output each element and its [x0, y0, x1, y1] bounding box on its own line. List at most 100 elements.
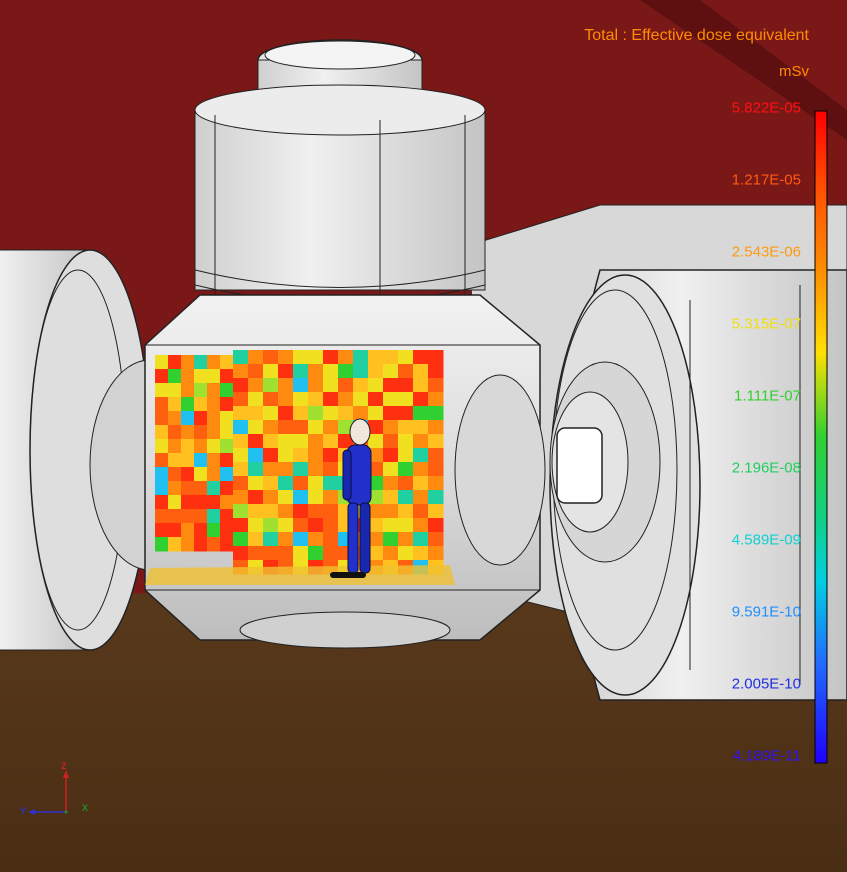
dose-cell: [248, 448, 264, 463]
dose-cell: [308, 462, 324, 477]
dose-cell: [383, 434, 399, 449]
dose-cell: [181, 425, 195, 440]
dose-cell: [323, 532, 339, 547]
dose-cell: [308, 364, 324, 379]
dose-cell: [353, 378, 369, 393]
dose-cell: [398, 392, 414, 407]
dose-cell: [368, 406, 384, 421]
dose-cell: [168, 453, 182, 468]
scene-canvas[interactable]: [0, 0, 847, 872]
dose-cell: [207, 383, 221, 398]
dose-cell: [293, 476, 309, 491]
dose-cell: [248, 392, 264, 407]
dose-cell: [308, 392, 324, 407]
dose-cell: [194, 495, 208, 510]
dose-cell: [383, 448, 399, 463]
dose-cell: [181, 481, 195, 496]
dose-cell: [155, 369, 169, 384]
dose-cell: [308, 546, 324, 561]
dose-cell: [263, 462, 279, 477]
dose-cell: [413, 420, 429, 435]
dose-cell: [383, 518, 399, 533]
dose-cell: [428, 476, 444, 491]
dose-cell: [194, 397, 208, 412]
dose-cell: [194, 411, 208, 426]
dose-cell: [308, 434, 324, 449]
dose-cell: [181, 369, 195, 384]
dose-cell: [308, 448, 324, 463]
dose-cell: [308, 420, 324, 435]
front-right-module[interactable]: [549, 269, 847, 701]
dose-cell: [155, 481, 169, 496]
dose-cell: [248, 504, 264, 519]
dose-cell: [248, 546, 264, 561]
dose-cell: [278, 532, 294, 547]
dose-cell: [413, 406, 429, 421]
dose-cell: [428, 364, 444, 379]
dose-cell: [207, 397, 221, 412]
dose-cell: [168, 537, 182, 552]
dose-cell: [220, 369, 234, 384]
dose-cell: [233, 350, 249, 365]
dose-cell: [233, 392, 249, 407]
dose-cell: [323, 378, 339, 393]
dose-cell: [248, 476, 264, 491]
dose-cell: [155, 397, 169, 412]
dose-cell: [168, 481, 182, 496]
dose-cell: [293, 490, 309, 505]
dose-cell: [338, 350, 354, 365]
dose-cell: [207, 439, 221, 454]
3d-viewport[interactable]: Total : Effective dose equivalent mSv 5.…: [0, 0, 847, 872]
dose-cell: [155, 383, 169, 398]
dose-cell: [181, 495, 195, 510]
dose-cell: [383, 476, 399, 491]
dose-cell: [220, 509, 234, 524]
dose-cell: [398, 364, 414, 379]
dose-cell: [293, 462, 309, 477]
dose-cell: [181, 439, 195, 454]
legend-colorbar: [814, 110, 828, 764]
dose-cell: [233, 532, 249, 547]
dose-cell: [194, 453, 208, 468]
dose-cell: [428, 504, 444, 519]
dose-cell: [168, 439, 182, 454]
legend-label: 2.543E-06: [731, 243, 801, 261]
dose-cell: [233, 518, 249, 533]
dose-cell: [248, 532, 264, 547]
legend-label: 2.196E-08: [731, 459, 801, 477]
dose-cell: [413, 434, 429, 449]
dose-cell: [248, 378, 264, 393]
dose-cell: [413, 532, 429, 547]
dose-cell: [338, 392, 354, 407]
dose-cell: [278, 434, 294, 449]
dose-cell: [233, 462, 249, 477]
dose-cell: [323, 504, 339, 519]
dose-cell: [194, 439, 208, 454]
dose-cell: [194, 481, 208, 496]
dose-cell: [428, 434, 444, 449]
dose-cell: [220, 523, 234, 538]
dose-cell: [278, 490, 294, 505]
dose-cell: [278, 448, 294, 463]
dose-cell: [413, 490, 429, 505]
dose-cell: [263, 420, 279, 435]
dose-cell: [168, 425, 182, 440]
dose-cell: [207, 467, 221, 482]
dose-cell: [278, 378, 294, 393]
dose-cell: [308, 350, 324, 365]
dose-cell: [308, 504, 324, 519]
dose-cell: [293, 392, 309, 407]
dose-cell: [308, 532, 324, 547]
dose-cell: [168, 397, 182, 412]
legend-label: 4.589E-09: [731, 531, 801, 549]
dose-cell: [293, 504, 309, 519]
dose-cell: [248, 420, 264, 435]
dose-cell: [353, 350, 369, 365]
dose-cell: [338, 406, 354, 421]
dose-cell: [168, 509, 182, 524]
legend-unit: mSv: [779, 63, 809, 80]
dose-cell: [413, 350, 429, 365]
dose-cell: [398, 420, 414, 435]
dose-cell: [413, 504, 429, 519]
dose-cell: [168, 369, 182, 384]
